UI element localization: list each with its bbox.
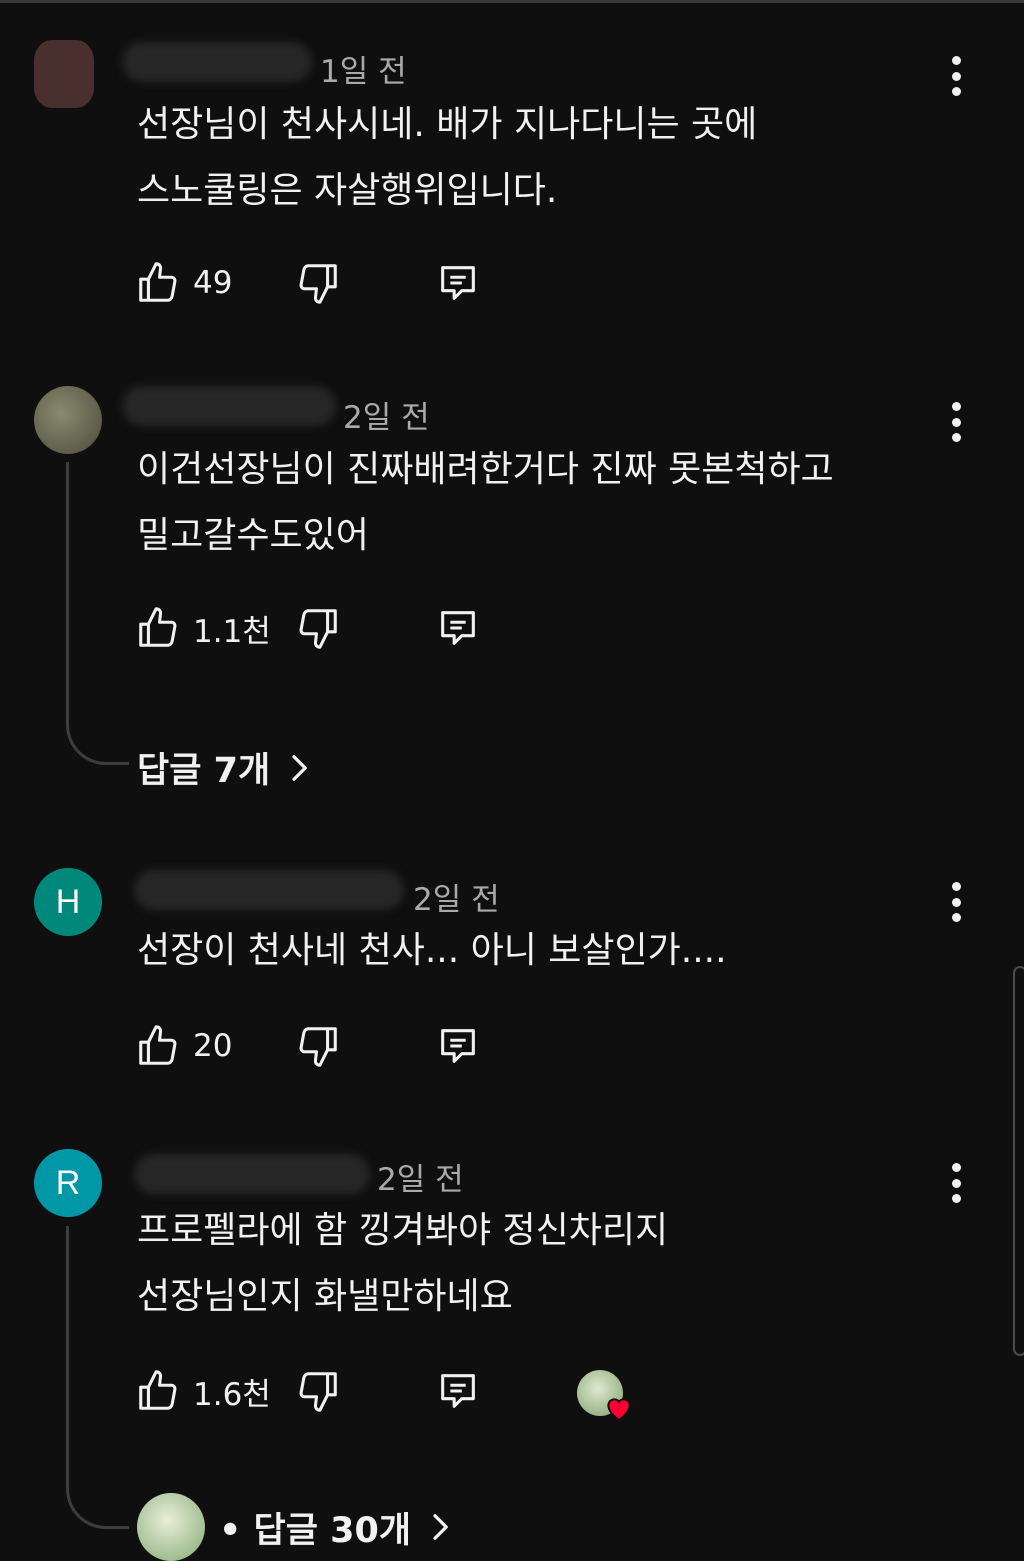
replies-label: 답글 7개 — [137, 751, 271, 791]
reply-button[interactable] — [435, 603, 481, 653]
comment-actions: 49 — [135, 258, 655, 308]
replier-avatar — [137, 1493, 205, 1561]
more-vert-icon — [951, 402, 961, 411]
like-button[interactable]: 20 — [135, 1021, 232, 1071]
more-options-button[interactable] — [945, 402, 967, 442]
top-divider — [0, 0, 1024, 3]
avatar[interactable] — [34, 40, 94, 108]
comment-time: 2일 전 — [413, 882, 500, 918]
comment-time: 1일 전 — [320, 54, 407, 90]
reply-comment-icon — [441, 266, 475, 300]
view-replies-button[interactable]: • 답글 30개 — [137, 1493, 455, 1561]
replies-label: • 답글 30개 — [219, 1510, 412, 1551]
comment-actions: 1.1천 — [135, 603, 655, 653]
dislike-button[interactable] — [295, 603, 341, 653]
redacted-username — [122, 42, 312, 82]
more-options-button[interactable] — [945, 882, 967, 922]
scrollbar[interactable] — [1013, 966, 1024, 1356]
thumb-up-icon — [139, 607, 177, 647]
like-count: 20 — [193, 1028, 233, 1064]
redacted-username — [122, 386, 336, 426]
thumb-down-icon — [299, 1027, 337, 1067]
like-count: 1.1천 — [193, 613, 271, 650]
reply-button[interactable] — [435, 1366, 481, 1416]
comment-actions: 1.6천 — [135, 1366, 655, 1422]
redacted-username — [134, 1154, 370, 1194]
heart-icon — [607, 1398, 631, 1422]
like-count: 1.6천 — [193, 1376, 271, 1413]
comment-text: 선장이 천사네 천사... 아니 보살인가.... — [137, 930, 727, 971]
thumb-down-icon — [299, 264, 337, 304]
dislike-button[interactable] — [295, 258, 341, 308]
more-vert-icon — [951, 882, 961, 891]
comment-text: 프로펠라에 함 낑겨봐야 정신차리지 선장님인지 화낼만하네요 — [137, 1210, 669, 1317]
chevron-right-icon — [433, 1514, 448, 1540]
like-button[interactable]: 1.6천 — [135, 1366, 271, 1416]
dislike-button[interactable] — [295, 1021, 341, 1071]
more-options-button[interactable] — [945, 1163, 967, 1203]
avatar[interactable] — [34, 386, 102, 454]
thumb-up-icon — [139, 1025, 177, 1065]
reply-button[interactable] — [435, 1021, 481, 1071]
reply-comment-icon — [441, 611, 475, 645]
reply-comment-icon — [441, 1374, 475, 1408]
more-vert-icon — [951, 56, 961, 65]
more-vert-icon — [951, 1163, 961, 1172]
comment-time: 2일 전 — [377, 1162, 464, 1198]
like-count: 49 — [193, 265, 233, 301]
comment-text: 이건선장님이 진짜배려한거다 진짜 못본척하고 밀고갈수도있어 — [137, 449, 834, 556]
chevron-right-icon — [292, 754, 308, 781]
creator-heart-badge — [577, 1368, 631, 1422]
thumb-up-icon — [139, 1370, 177, 1410]
comment-actions: 20 — [135, 1021, 655, 1071]
reply-button[interactable] — [435, 258, 481, 308]
more-options-button[interactable] — [945, 56, 967, 96]
thumb-down-icon — [299, 609, 337, 649]
reply-thread-line — [66, 462, 129, 765]
thumb-up-icon — [139, 262, 177, 302]
reply-comment-icon — [441, 1029, 475, 1063]
avatar[interactable]: R — [34, 1149, 102, 1217]
creator-avatar — [577, 1370, 631, 1422]
redacted-username — [134, 870, 404, 910]
comment-time: 2일 전 — [343, 400, 430, 436]
dislike-button[interactable] — [295, 1366, 341, 1416]
like-button[interactable]: 1.1천 — [135, 603, 271, 653]
thumb-down-icon — [299, 1372, 337, 1412]
comment-text: 선장님이 천사시네. 배가 지나다니는 곳에 스노쿨링은 자살행위입니다. — [137, 104, 758, 211]
like-button[interactable]: 49 — [135, 258, 232, 308]
reply-thread-line — [66, 1226, 129, 1529]
view-replies-button[interactable]: 답글 7개 — [137, 742, 314, 793]
avatar[interactable]: H — [34, 868, 102, 936]
